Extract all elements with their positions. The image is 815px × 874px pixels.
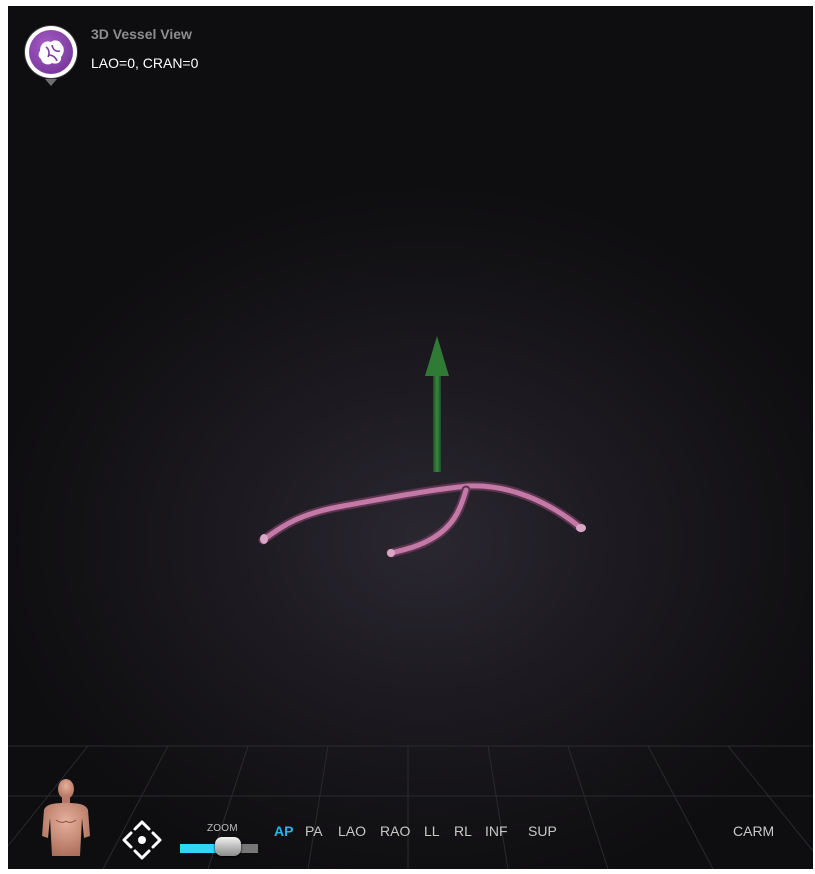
- orientation-arrow-icon: [425, 336, 449, 472]
- view-button-inf[interactable]: INF: [485, 823, 508, 839]
- logo-dropdown-caret-icon[interactable]: [45, 79, 57, 86]
- view-title: 3D Vessel View: [91, 26, 192, 42]
- view-button-rl[interactable]: RL: [454, 823, 472, 839]
- vessel-app-logo-icon[interactable]: [25, 26, 77, 78]
- zoom-slider-thumb[interactable]: [215, 837, 241, 856]
- view-button-sup[interactable]: SUP: [528, 823, 557, 839]
- view-button-pa[interactable]: PA: [305, 823, 323, 839]
- view-button-rao[interactable]: RAO: [380, 823, 410, 839]
- vessel-tree: [258, 481, 586, 558]
- 3d-viewport[interactable]: 3D Vessel View LAO=0, CRAN=0 ZOOM AP PA …: [8, 6, 813, 869]
- view-button-lao[interactable]: LAO: [338, 823, 366, 839]
- vessel-scene[interactable]: [8, 6, 813, 869]
- carm-button[interactable]: CARM: [733, 823, 774, 839]
- view-angles: LAO=0, CRAN=0: [91, 55, 199, 71]
- view-button-ll[interactable]: LL: [424, 823, 440, 839]
- torso-model-icon[interactable]: [38, 776, 94, 858]
- view-button-ap[interactable]: AP: [274, 823, 293, 839]
- pan-navigation-icon[interactable]: [120, 818, 164, 862]
- zoom-label: ZOOM: [207, 823, 238, 834]
